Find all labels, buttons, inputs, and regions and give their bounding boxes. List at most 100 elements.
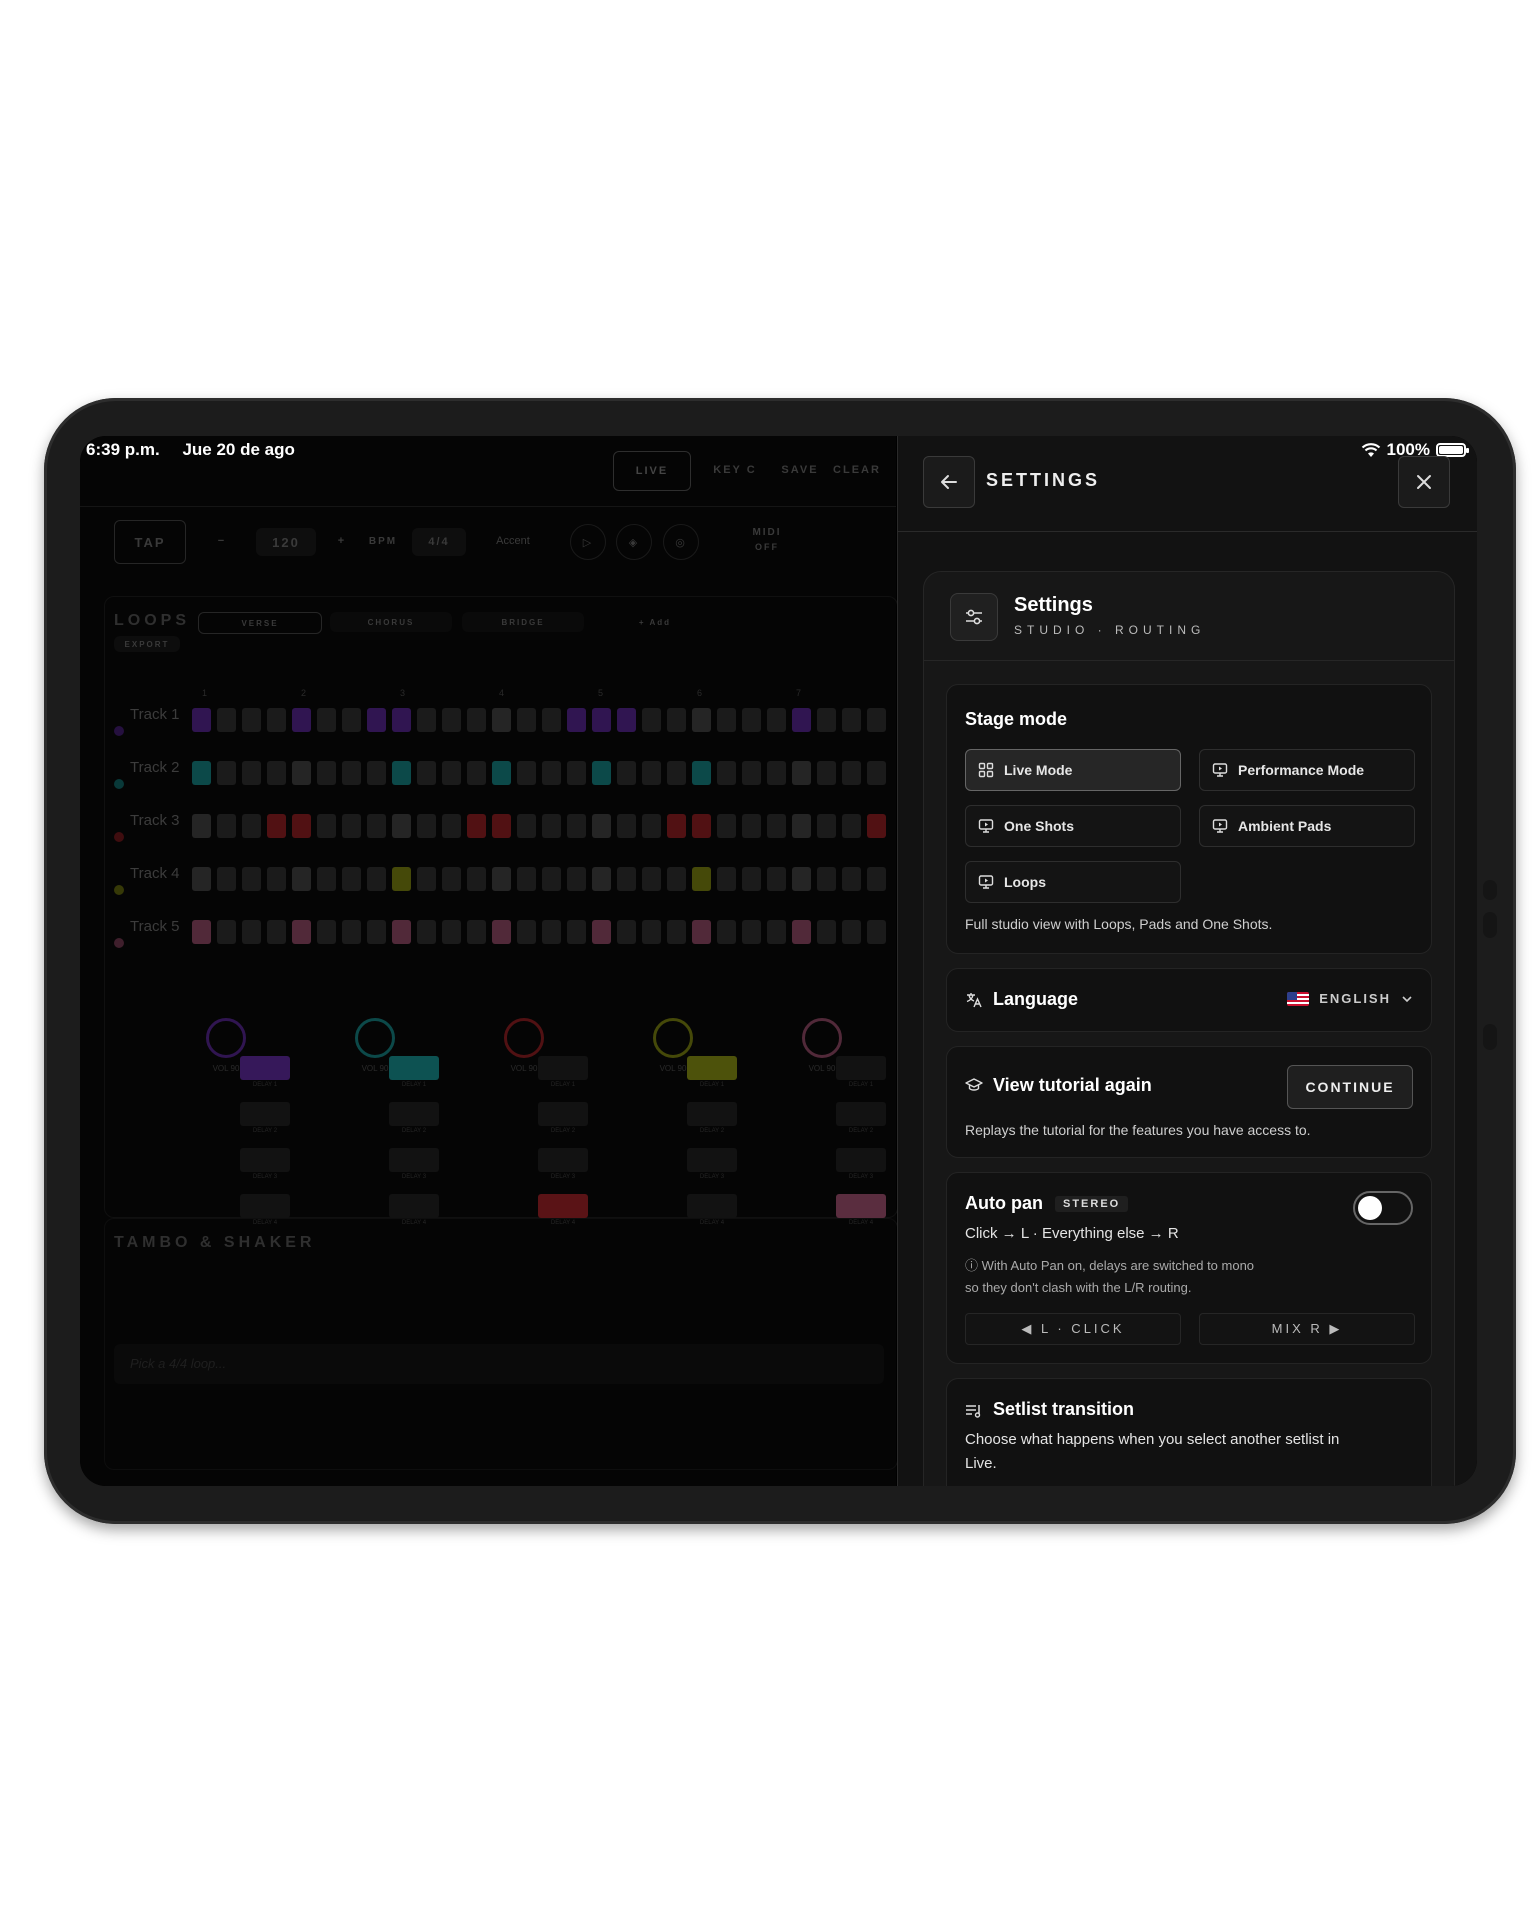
step-cell[interactable] [642, 867, 661, 891]
record-icon[interactable]: ◎ [663, 524, 699, 560]
step-cell[interactable] [692, 814, 711, 838]
step-cell[interactable] [517, 867, 536, 891]
step-cell[interactable] [292, 761, 311, 785]
step-cell[interactable] [667, 920, 686, 944]
tab-chorus[interactable]: CHORUS [330, 612, 452, 632]
fx-slot[interactable] [389, 1148, 439, 1172]
mode-performance-button[interactable]: Performance Mode [1199, 749, 1415, 791]
key-selector[interactable]: KEY C [705, 458, 765, 482]
step-cell[interactable] [217, 920, 236, 944]
step-cell[interactable] [192, 920, 211, 944]
fx-slot[interactable] [240, 1148, 290, 1172]
bpm-increment[interactable]: + [332, 530, 352, 552]
fx-slot[interactable] [687, 1148, 737, 1172]
step-cell[interactable] [492, 867, 511, 891]
step-cell[interactable] [742, 867, 761, 891]
language-section[interactable]: Language ENGLISH [946, 968, 1432, 1032]
step-cell[interactable] [242, 920, 261, 944]
step-cell[interactable] [492, 761, 511, 785]
step-cell[interactable] [442, 708, 461, 732]
volume-knob[interactable] [653, 1018, 693, 1058]
mode-one-shots-button[interactable]: One Shots [965, 805, 1181, 847]
fx-slot[interactable] [836, 1194, 886, 1218]
step-cell[interactable] [792, 761, 811, 785]
step-cell[interactable] [642, 708, 661, 732]
step-cell[interactable] [617, 761, 636, 785]
step-cell[interactable] [242, 761, 261, 785]
fx-slot[interactable] [240, 1194, 290, 1218]
step-cell[interactable] [867, 867, 886, 891]
step-cell[interactable] [192, 761, 211, 785]
back-button[interactable] [923, 456, 975, 508]
step-cell[interactable] [567, 761, 586, 785]
fx-slot[interactable] [538, 1194, 588, 1218]
export-button[interactable]: EXPORT [114, 636, 180, 652]
volume-knob[interactable] [206, 1018, 246, 1058]
step-cell[interactable] [417, 920, 436, 944]
step-cell[interactable] [867, 920, 886, 944]
step-cell[interactable] [667, 867, 686, 891]
step-cell[interactable] [392, 920, 411, 944]
step-cell[interactable] [867, 761, 886, 785]
step-cell[interactable] [767, 867, 786, 891]
step-cell[interactable] [242, 814, 261, 838]
step-cell[interactable] [842, 920, 861, 944]
step-cell[interactable] [367, 814, 386, 838]
step-cell[interactable] [317, 814, 336, 838]
step-cell[interactable] [692, 867, 711, 891]
step-cell[interactable] [717, 814, 736, 838]
clear-button[interactable]: CLEAR [832, 458, 882, 482]
step-cell[interactable] [317, 761, 336, 785]
pan-right-button[interactable]: MIX R ▶ [1199, 1313, 1415, 1345]
fx-slot[interactable] [836, 1102, 886, 1126]
fx-slot[interactable] [687, 1102, 737, 1126]
step-cell[interactable] [767, 920, 786, 944]
step-cell[interactable] [417, 708, 436, 732]
step-cell[interactable] [342, 814, 361, 838]
step-cell[interactable] [817, 708, 836, 732]
save-button[interactable]: SAVE [770, 458, 830, 482]
tab-bridge[interactable]: BRIDGE [462, 612, 584, 632]
step-cell[interactable] [717, 761, 736, 785]
step-cell[interactable] [842, 761, 861, 785]
step-cell[interactable] [367, 867, 386, 891]
step-cell[interactable] [517, 708, 536, 732]
mode-live-button[interactable]: Live Mode [965, 749, 1181, 791]
step-cell[interactable] [842, 867, 861, 891]
step-cell[interactable] [317, 920, 336, 944]
step-cell[interactable] [817, 920, 836, 944]
mode-loops-button[interactable]: Loops [965, 861, 1181, 903]
step-cell[interactable] [792, 920, 811, 944]
step-cell[interactable] [692, 920, 711, 944]
step-cell[interactable] [617, 708, 636, 732]
bpm-input[interactable]: 120 [256, 528, 316, 556]
step-cell[interactable] [642, 920, 661, 944]
step-cell[interactable] [692, 708, 711, 732]
step-cell[interactable] [842, 708, 861, 732]
step-cell[interactable] [567, 920, 586, 944]
continue-button[interactable]: CONTINUE [1287, 1065, 1413, 1109]
step-cell[interactable] [867, 708, 886, 732]
step-cell[interactable] [617, 814, 636, 838]
step-cell[interactable] [192, 867, 211, 891]
metronome-icon[interactable]: ◈ [616, 524, 652, 560]
step-cell[interactable] [642, 814, 661, 838]
step-cell[interactable] [592, 920, 611, 944]
step-cell[interactable] [517, 814, 536, 838]
step-cell[interactable] [367, 708, 386, 732]
time-signature[interactable]: 4/4 [412, 528, 466, 556]
step-cell[interactable] [642, 761, 661, 785]
step-cell[interactable] [367, 761, 386, 785]
step-cell[interactable] [442, 867, 461, 891]
step-cell[interactable] [517, 920, 536, 944]
step-cell[interactable] [767, 708, 786, 732]
step-cell[interactable] [542, 708, 561, 732]
step-cell[interactable] [817, 761, 836, 785]
step-cell[interactable] [492, 708, 511, 732]
step-cell[interactable] [467, 867, 486, 891]
mode-ambient-pads-button[interactable]: Ambient Pads [1199, 805, 1415, 847]
close-button[interactable] [1398, 456, 1450, 508]
step-cell[interactable] [742, 920, 761, 944]
step-cell[interactable] [792, 867, 811, 891]
step-cell[interactable] [667, 708, 686, 732]
